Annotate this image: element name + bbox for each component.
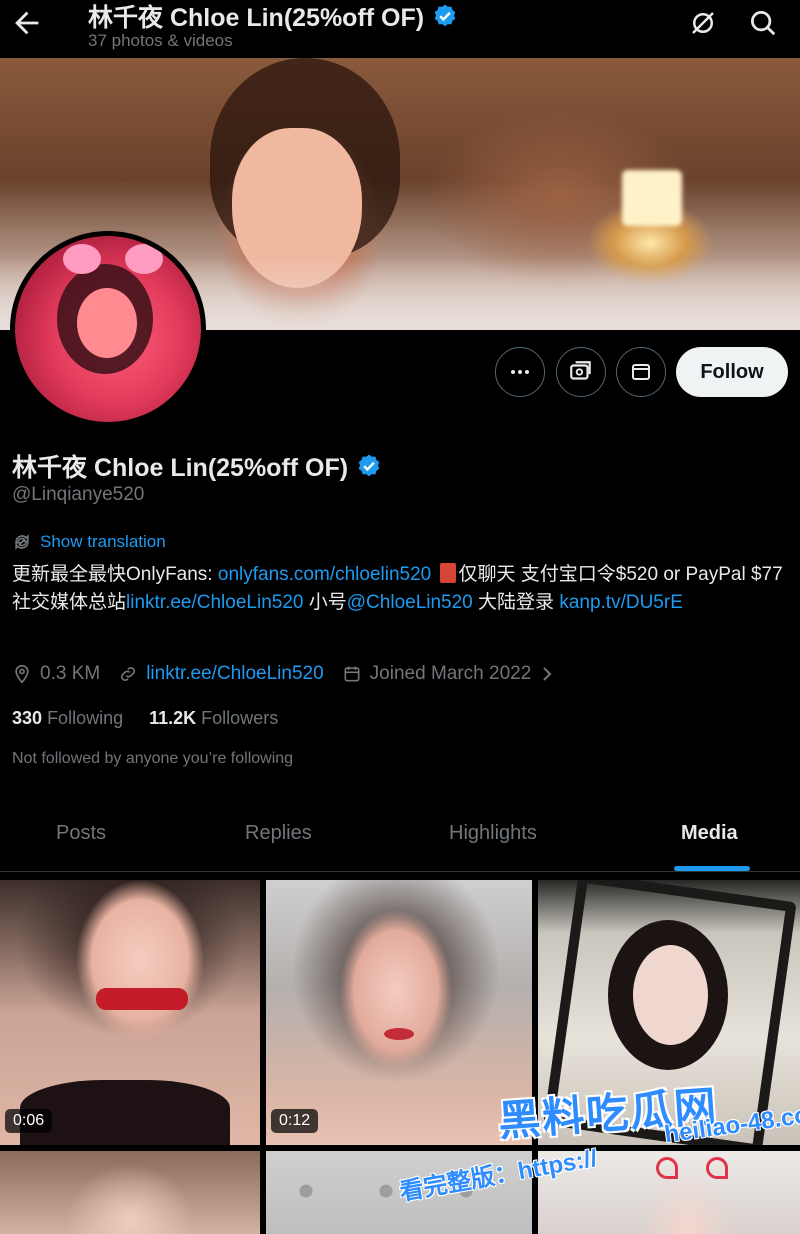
subscribe-icon <box>570 361 591 380</box>
kanp-link[interactable]: kanp.tv/DU5rE <box>559 592 683 613</box>
avatar-image <box>15 236 201 422</box>
header-post-count: 37 photos & videos <box>88 31 233 50</box>
website-link[interactable]: linktr.ee/ChloeLin520 <box>146 663 323 685</box>
media-tile[interactable]: 0:12 <box>266 880 532 1145</box>
message-button[interactable] <box>616 347 666 397</box>
profile-meta: 0.3 KM linktr.ee/ChloeLin520 Joined Marc… <box>12 660 573 688</box>
tab-highlights[interactable]: Highlights <box>449 822 537 845</box>
follow-stats: 330 Following 11.2K Followers <box>12 708 278 729</box>
website: linktr.ee/ChloeLin520 <box>118 663 324 685</box>
profile-bio: 更新最全最快OnlyFans: onlyfans.com/chloelin520… <box>12 563 783 613</box>
chevron-right-icon <box>543 667 552 681</box>
banner-lamp <box>622 170 682 226</box>
search-icon[interactable] <box>748 8 778 38</box>
video-duration: 0:06 <box>5 1109 53 1133</box>
verified-badge-icon <box>358 454 380 477</box>
message-icon <box>632 364 650 380</box>
video-duration: 0:12 <box>271 1109 319 1133</box>
link-icon <box>121 667 136 681</box>
onlyfans-link[interactable]: onlyfans.com/chloelin520 <box>218 564 431 585</box>
location-icon <box>15 664 29 684</box>
following-link[interactable]: 330 Following <box>12 708 123 729</box>
verified-badge-icon <box>434 4 456 27</box>
tile-detail <box>656 1157 678 1179</box>
active-tab-indicator <box>674 866 750 871</box>
alt-account-link[interactable]: @ChloeLin520 <box>347 592 473 613</box>
tab-posts[interactable]: Posts <box>56 822 106 845</box>
tile-detail <box>706 1157 728 1179</box>
profile-handle: @Linqianye520 <box>12 484 145 505</box>
calendar-icon <box>344 666 360 682</box>
avatar-ears <box>63 244 163 284</box>
media-tile[interactable] <box>0 1151 260 1234</box>
followers-link[interactable]: 11.2K Followers <box>149 708 278 729</box>
emoji-icon <box>439 563 456 583</box>
avatar-face <box>77 288 137 358</box>
more-button[interactable] <box>495 347 545 397</box>
not-followed-note: Not followed by anyone you’re following <box>12 750 294 767</box>
follow-button[interactable]: Follow <box>676 347 788 397</box>
translate-icon <box>15 534 29 550</box>
back-arrow-icon[interactable] <box>10 6 44 40</box>
joined-date[interactable]: Joined March 2022 <box>342 663 556 685</box>
profile-name: 林千夜 Chloe Lin(25%off OF) <box>12 448 382 484</box>
more-icon <box>511 370 529 374</box>
avatar-ear-right <box>125 244 163 274</box>
location: 0.3 KM <box>12 663 100 685</box>
avatar-ear-left <box>63 244 101 274</box>
profile-header: 林千夜 Chloe Lin(25%off OF) 37 photos & vid… <box>0 0 800 58</box>
tab-media[interactable]: Media <box>681 822 738 845</box>
tile-detail <box>96 988 188 1010</box>
avatar[interactable] <box>10 231 206 427</box>
header-title: 林千夜 Chloe Lin(25%off OF) <box>88 0 458 34</box>
tile-detail <box>384 1028 414 1040</box>
grok-icon[interactable] <box>688 8 718 38</box>
tab-replies[interactable]: Replies <box>245 822 312 845</box>
profile-tabs: Posts Replies Highlights Media <box>0 800 800 872</box>
show-translation-link[interactable]: Show translation <box>12 532 166 552</box>
linktree-bio-link[interactable]: linktr.ee/ChloeLin520 <box>126 592 303 613</box>
media-tile[interactable]: 0:06 <box>0 880 260 1145</box>
subscribe-button[interactable] <box>556 347 606 397</box>
